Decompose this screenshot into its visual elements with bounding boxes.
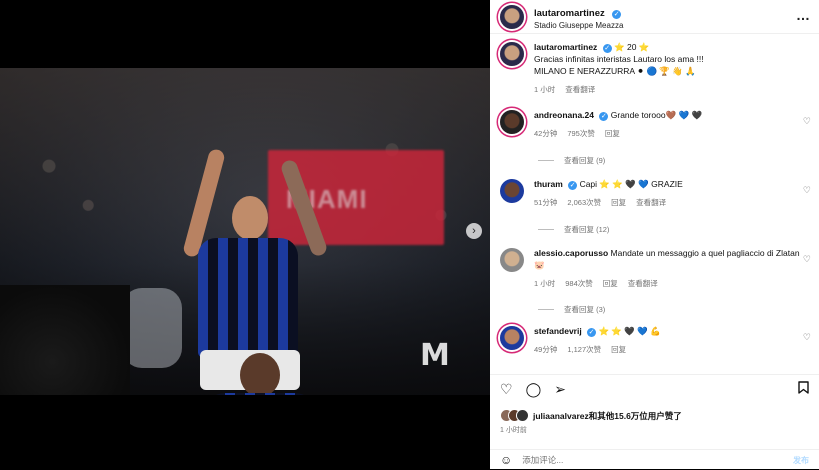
comment-username[interactable]: andreonana.24 bbox=[534, 110, 594, 120]
comment-text: Capi ⭐ ⭐ 🖤 💙 GRAZIE bbox=[579, 179, 683, 189]
comment-time[interactable]: 51分钟 bbox=[534, 197, 557, 208]
likes-summary[interactable]: juliaanalvarez和其他15.6万位用户赞了 bbox=[500, 409, 682, 422]
view-replies-label: 查看回复 (3) bbox=[564, 305, 606, 314]
view-replies-button[interactable]: 查看回复 (9) bbox=[538, 155, 605, 166]
post-comment-button[interactable]: 发布 bbox=[793, 455, 809, 466]
verified-icon: ✓ bbox=[599, 112, 609, 121]
translate-button[interactable]: 查看翻译 bbox=[636, 197, 666, 208]
comment-time[interactable]: 49分钟 bbox=[534, 344, 557, 355]
reply-button[interactable]: 回复 bbox=[611, 197, 626, 208]
comment-item: stefandevrij ✓ ⭐ ⭐ 🖤 💙 💪 49分钟 1,127次赞 回复… bbox=[500, 326, 811, 355]
comment-input[interactable] bbox=[522, 455, 793, 465]
verified-icon: ✓ bbox=[612, 10, 622, 20]
comment-time[interactable]: 1 小时 bbox=[534, 278, 555, 289]
photographers bbox=[0, 285, 130, 395]
share-send-icon[interactable]: ➢ bbox=[554, 381, 566, 398]
verified-icon: ✓ bbox=[587, 328, 597, 337]
author-username[interactable]: lautaromartinez bbox=[534, 8, 605, 19]
media-pane: MIAMI M › bbox=[0, 0, 490, 469]
likes-text: juliaanalvarez和其他15.6万位用户赞了 bbox=[533, 410, 682, 421]
commenter-avatar[interactable] bbox=[500, 179, 524, 203]
player-bottom bbox=[205, 353, 315, 395]
view-replies-button[interactable]: 查看回复 (12) bbox=[538, 224, 609, 235]
caption-username[interactable]: lautaromartinez bbox=[534, 42, 597, 52]
comment-item: alessio.caporusso Mandate un messaggio a… bbox=[500, 248, 811, 289]
commenter-avatar[interactable] bbox=[500, 326, 524, 350]
comment-time[interactable]: 42分钟 bbox=[534, 128, 557, 139]
post-location[interactable]: Stadio Giuseppe Meazza bbox=[534, 21, 623, 31]
inter-jersey bbox=[198, 238, 298, 358]
add-comment-bar: ☺ 发布 bbox=[490, 449, 819, 470]
comment-bubble-icon[interactable]: ◯ bbox=[526, 381, 542, 398]
caption: lautaromartinez ✓ ⭐ 20 ⭐ Gracias infinit… bbox=[500, 42, 811, 95]
comment-username[interactable]: alessio.caporusso bbox=[534, 248, 608, 258]
next-image-button[interactable]: › bbox=[466, 223, 482, 239]
more-options-icon[interactable]: … bbox=[796, 7, 811, 23]
post-actions: ♡ ◯ ➢ juliaanalvarez和其他15.6万位用户赞了 1 小时前 … bbox=[490, 374, 819, 469]
bookmark-icon[interactable] bbox=[798, 381, 809, 397]
comments-list: lautaromartinez ✓ ⭐ 20 ⭐ Gracias infinit… bbox=[490, 34, 819, 374]
comment-likes[interactable]: 1,127次赞 bbox=[567, 344, 601, 355]
comment-likes[interactable]: 984次赞 bbox=[565, 278, 593, 289]
caption-translate[interactable]: 查看翻译 bbox=[565, 84, 595, 95]
commenter-avatar[interactable] bbox=[500, 110, 524, 134]
reply-button[interactable]: 回复 bbox=[605, 128, 620, 139]
translate-button[interactable]: 查看翻译 bbox=[628, 278, 658, 289]
instagram-post-viewer: MIAMI M › lautaromartinez ✓ Stadio Giuse… bbox=[0, 0, 819, 469]
post-side-panel: lautaromartinez ✓ Stadio Giuseppe Meazza… bbox=[490, 0, 819, 469]
like-heart-icon[interactable]: ♡ bbox=[500, 381, 513, 398]
view-replies-button[interactable]: 查看回复 (3) bbox=[538, 304, 605, 315]
comment-text: ⭐ ⭐ 🖤 💙 💪 bbox=[598, 326, 661, 336]
player-bottom-head bbox=[240, 353, 280, 395]
comment-username[interactable]: stefandevrij bbox=[534, 326, 582, 336]
view-replies-label: 查看回复 (12) bbox=[564, 225, 610, 234]
camera-cover bbox=[122, 288, 182, 368]
post-header: lautaromartinez ✓ Stadio Giuseppe Meazza… bbox=[490, 0, 819, 34]
comment-text: Grande torooo🤎 💙 🖤 bbox=[610, 110, 703, 120]
caption-time[interactable]: 1 小时 bbox=[534, 84, 555, 95]
post-photo: MIAMI M bbox=[0, 68, 490, 395]
bookmark-shape bbox=[798, 381, 809, 394]
reply-button[interactable]: 回复 bbox=[611, 344, 626, 355]
reply-button[interactable]: 回复 bbox=[603, 278, 618, 289]
like-comment-heart-icon[interactable]: ♡ bbox=[803, 116, 811, 127]
chevron-right-icon: › bbox=[472, 225, 476, 237]
emoji-icon[interactable]: ☺ bbox=[500, 453, 512, 467]
comment-username[interactable]: thuram bbox=[534, 179, 563, 189]
like-comment-heart-icon[interactable]: ♡ bbox=[803, 254, 811, 265]
player-head bbox=[232, 196, 268, 240]
watermark-logo: M bbox=[420, 338, 450, 373]
view-replies-label: 查看回复 (9) bbox=[564, 156, 606, 165]
comment-likes[interactable]: 795次赞 bbox=[567, 128, 595, 139]
author-avatar[interactable] bbox=[500, 4, 524, 29]
comment-item: thuram ✓ Capi ⭐ ⭐ 🖤 💙 GRAZIE 51分钟 2,063次… bbox=[500, 179, 811, 208]
comment-likes[interactable]: 2,063次赞 bbox=[567, 197, 601, 208]
caption-avatar[interactable] bbox=[500, 42, 524, 66]
liker-avatar bbox=[516, 409, 529, 422]
player-top bbox=[182, 147, 329, 358]
like-comment-heart-icon[interactable]: ♡ bbox=[803, 332, 811, 343]
comment-item: andreonana.24 ✓ Grande torooo🤎 💙 🖤 42分钟 … bbox=[500, 110, 811, 139]
caption-line-2: MILANO E NERAZZURRA ⚫ 🔵 🏆 👋 🙏 bbox=[534, 65, 696, 76]
like-comment-heart-icon[interactable]: ♡ bbox=[803, 185, 811, 196]
player-bottom-jersey bbox=[205, 393, 315, 395]
caption-badge: ⭐ 20 ⭐ bbox=[614, 42, 650, 52]
caption-line-1: Gracias infinitas interistas Lautaro los… bbox=[534, 53, 704, 64]
verified-icon: ✓ bbox=[568, 181, 578, 190]
commenter-avatar[interactable] bbox=[500, 248, 524, 272]
post-time: 1 小时前 bbox=[500, 427, 527, 434]
verified-icon: ✓ bbox=[602, 44, 612, 53]
